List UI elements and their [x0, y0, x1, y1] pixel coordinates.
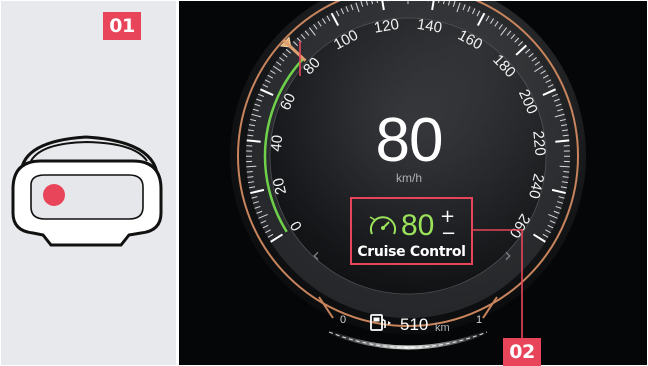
callout-marker-02: 02	[503, 338, 541, 366]
illustration: 0 20 40 60 80 100 120 140 160 180 200 220 240 260 80 …	[0, 0, 648, 366]
callout-marker-01: 01	[103, 12, 141, 40]
